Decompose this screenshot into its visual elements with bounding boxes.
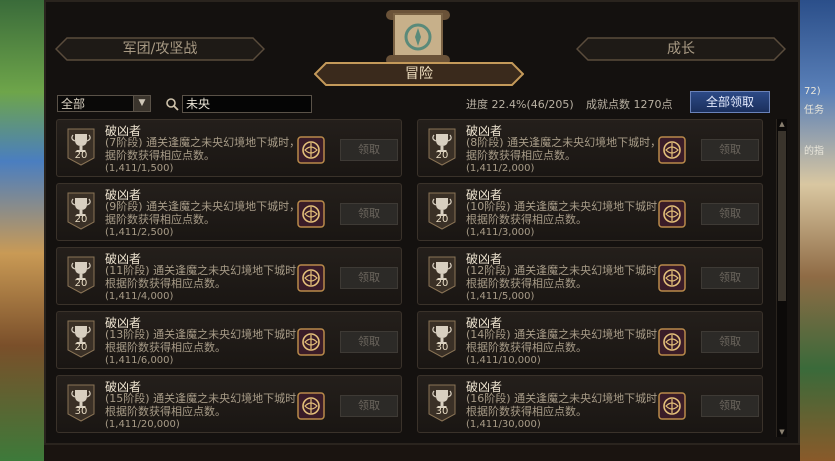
category-dropdown-value: 全部 [61, 97, 86, 111]
reward-emblem-icon[interactable] [297, 392, 325, 420]
achievement-card: 30 破凶者 (14阶段) 通关逢魔之未央幻境地下城时，根据阶数获得相应点数。 … [417, 311, 763, 369]
achievement-card: 20 破凶者 (13阶段) 通关逢魔之未央幻境地下城时，根据阶数获得相应点数。 … [56, 311, 402, 369]
search-icon [166, 98, 179, 111]
claim-button[interactable]: 领取 [340, 395, 398, 417]
scroll-up-icon[interactable]: ▲ [777, 119, 787, 129]
claim-button[interactable]: 领取 [701, 139, 759, 161]
chevron-down-icon[interactable]: ▼ [133, 96, 150, 111]
badge-level: 20 [74, 342, 88, 353]
achievement-card: 20 破凶者 (8阶段) 通关逢魔之未央幻境地下城时，根据阶数获得相应点数。 (… [417, 119, 763, 177]
reward-emblem-icon[interactable] [658, 328, 686, 356]
reward-emblem-icon[interactable] [297, 264, 325, 292]
reward-emblem-icon[interactable] [297, 200, 325, 228]
tab-adventure[interactable]: 冒险 [314, 62, 524, 86]
scene-text-3: 的指 [804, 146, 824, 157]
achievement-card: 20 破凶者 (12阶段) 通关逢魔之未央幻境地下城时，根据阶数获得相应点数。 … [417, 247, 763, 305]
achievement-progress: (1,411/20,000) [105, 419, 180, 430]
achievement-progress: (1,411/30,000) [466, 419, 541, 430]
reward-emblem-icon[interactable] [658, 200, 686, 228]
achievement-card: 30 破凶者 (16阶段) 通关逢魔之未央幻境地下城时，根据阶数获得相应点数。 … [417, 375, 763, 433]
achievement-description: (14阶段) 通关逢魔之未央幻境地下城时，根据阶数获得相应点数。 [466, 328, 669, 354]
achievement-card: 30 破凶者 (15阶段) 通关逢魔之未央幻境地下城时，根据阶数获得相应点数。 … [56, 375, 402, 433]
tab-growth-label: 成长 [667, 41, 695, 57]
badge-level: 20 [74, 150, 88, 161]
achievement-progress: (1,411/10,000) [466, 355, 541, 366]
reward-emblem-icon[interactable] [658, 136, 686, 164]
scene-text-1: 72) [804, 86, 821, 97]
achievement-progress: (1,411/5,000) [466, 291, 535, 302]
tab-adventure-label: 冒险 [405, 66, 433, 82]
search-input[interactable]: 未央 [182, 95, 312, 113]
badge-level: 30 [435, 406, 449, 417]
badge-level: 20 [74, 214, 88, 225]
tab-legion-siege[interactable]: 军团/攻坚战 [55, 37, 265, 61]
badge-level: 30 [435, 342, 449, 353]
badge-level: 30 [74, 406, 88, 417]
achievement-progress: (1,411/2,000) [466, 163, 535, 174]
scroll-down-icon[interactable]: ▼ [777, 427, 787, 437]
achievement-description: (10阶段) 通关逢魔之未央幻境地下城时，根据阶数获得相应点数。 [466, 200, 669, 226]
reward-emblem-icon[interactable] [297, 328, 325, 356]
claim-button[interactable]: 领取 [701, 203, 759, 225]
achievement-description: (9阶段) 通关逢魔之未央幻境地下城时，根据阶数获得相应点数。 [105, 200, 312, 226]
scroll-emblem-icon [386, 10, 450, 65]
achievement-card: 20 破凶者 (11阶段) 通关逢魔之未央幻境地下城时，根据阶数获得相应点数。 … [56, 247, 402, 305]
achievement-card: 20 破凶者 (10阶段) 通关逢魔之未央幻境地下城时，根据阶数获得相应点数。 … [417, 183, 763, 241]
claim-all-button[interactable]: 全部领取 [690, 91, 770, 113]
progress-text: 进度 22.4%(46/205) [466, 98, 574, 111]
scene-text-2: 任务 [804, 105, 824, 116]
game-scene-right: 72) 任务 的指 [800, 0, 835, 461]
achievement-description: (13阶段) 通关逢魔之未央幻境地下城时，根据阶数获得相应点数。 [105, 328, 308, 354]
tab-growth[interactable]: 成长 [576, 37, 786, 61]
badge-level: 20 [435, 150, 449, 161]
achievement-description: (15阶段) 通关逢魔之未央幻境地下城时，根据阶数获得相应点数。 [105, 392, 308, 418]
claim-button[interactable]: 领取 [340, 203, 398, 225]
badge-level: 20 [435, 214, 449, 225]
claim-button[interactable]: 领取 [701, 267, 759, 289]
reward-emblem-icon[interactable] [658, 264, 686, 292]
achievement-description: (7阶段) 通关逢魔之未央幻境地下城时，根据阶数获得相应点数。 [105, 136, 312, 162]
badge-level: 20 [435, 278, 449, 289]
claim-button[interactable]: 领取 [340, 331, 398, 353]
claim-button[interactable]: 领取 [340, 267, 398, 289]
claim-button[interactable]: 领取 [701, 395, 759, 417]
scroll-thumb[interactable] [778, 131, 786, 301]
achievement-list: 20 破凶者 (7阶段) 通关逢魔之未央幻境地下城时，根据阶数获得相应点数。 (… [56, 119, 768, 437]
claim-button[interactable]: 领取 [701, 331, 759, 353]
achievement-description: (11阶段) 通关逢魔之未央幻境地下城时，根据阶数获得相应点数。 [105, 264, 308, 290]
achievement-card: 20 破凶者 (9阶段) 通关逢魔之未央幻境地下城时，根据阶数获得相应点数。 (… [56, 183, 402, 241]
reward-emblem-icon[interactable] [297, 136, 325, 164]
achievement-progress: (1,411/1,500) [105, 163, 174, 174]
reward-emblem-icon[interactable] [658, 392, 686, 420]
achievement-description: (8阶段) 通关逢魔之未央幻境地下城时，根据阶数获得相应点数。 [466, 136, 673, 162]
achievement-progress: (1,411/2,500) [105, 227, 174, 238]
achievement-progress: (1,411/6,000) [105, 355, 174, 366]
achievement-card: 20 破凶者 (7阶段) 通关逢魔之未央幻境地下城时，根据阶数获得相应点数。 (… [56, 119, 402, 177]
tab-legion-label: 军团/攻坚战 [122, 41, 198, 57]
achievement-progress: (1,411/3,000) [466, 227, 535, 238]
game-scene-left [0, 0, 44, 461]
claim-button[interactable]: 领取 [340, 139, 398, 161]
scrollbar[interactable]: ▲ ▼ [776, 119, 787, 437]
achievement-description: (12阶段) 通关逢魔之未央幻境地下城时，根据阶数获得相应点数。 [466, 264, 669, 290]
category-dropdown[interactable]: 全部 ▼ [57, 95, 151, 112]
achievement-points: 成就点数 1270点 [586, 98, 673, 111]
achievement-progress: (1,411/4,000) [105, 291, 174, 302]
achievement-description: (16阶段) 通关逢魔之未央幻境地下城时，根据阶数获得相应点数。 [466, 392, 669, 418]
badge-level: 20 [74, 278, 88, 289]
